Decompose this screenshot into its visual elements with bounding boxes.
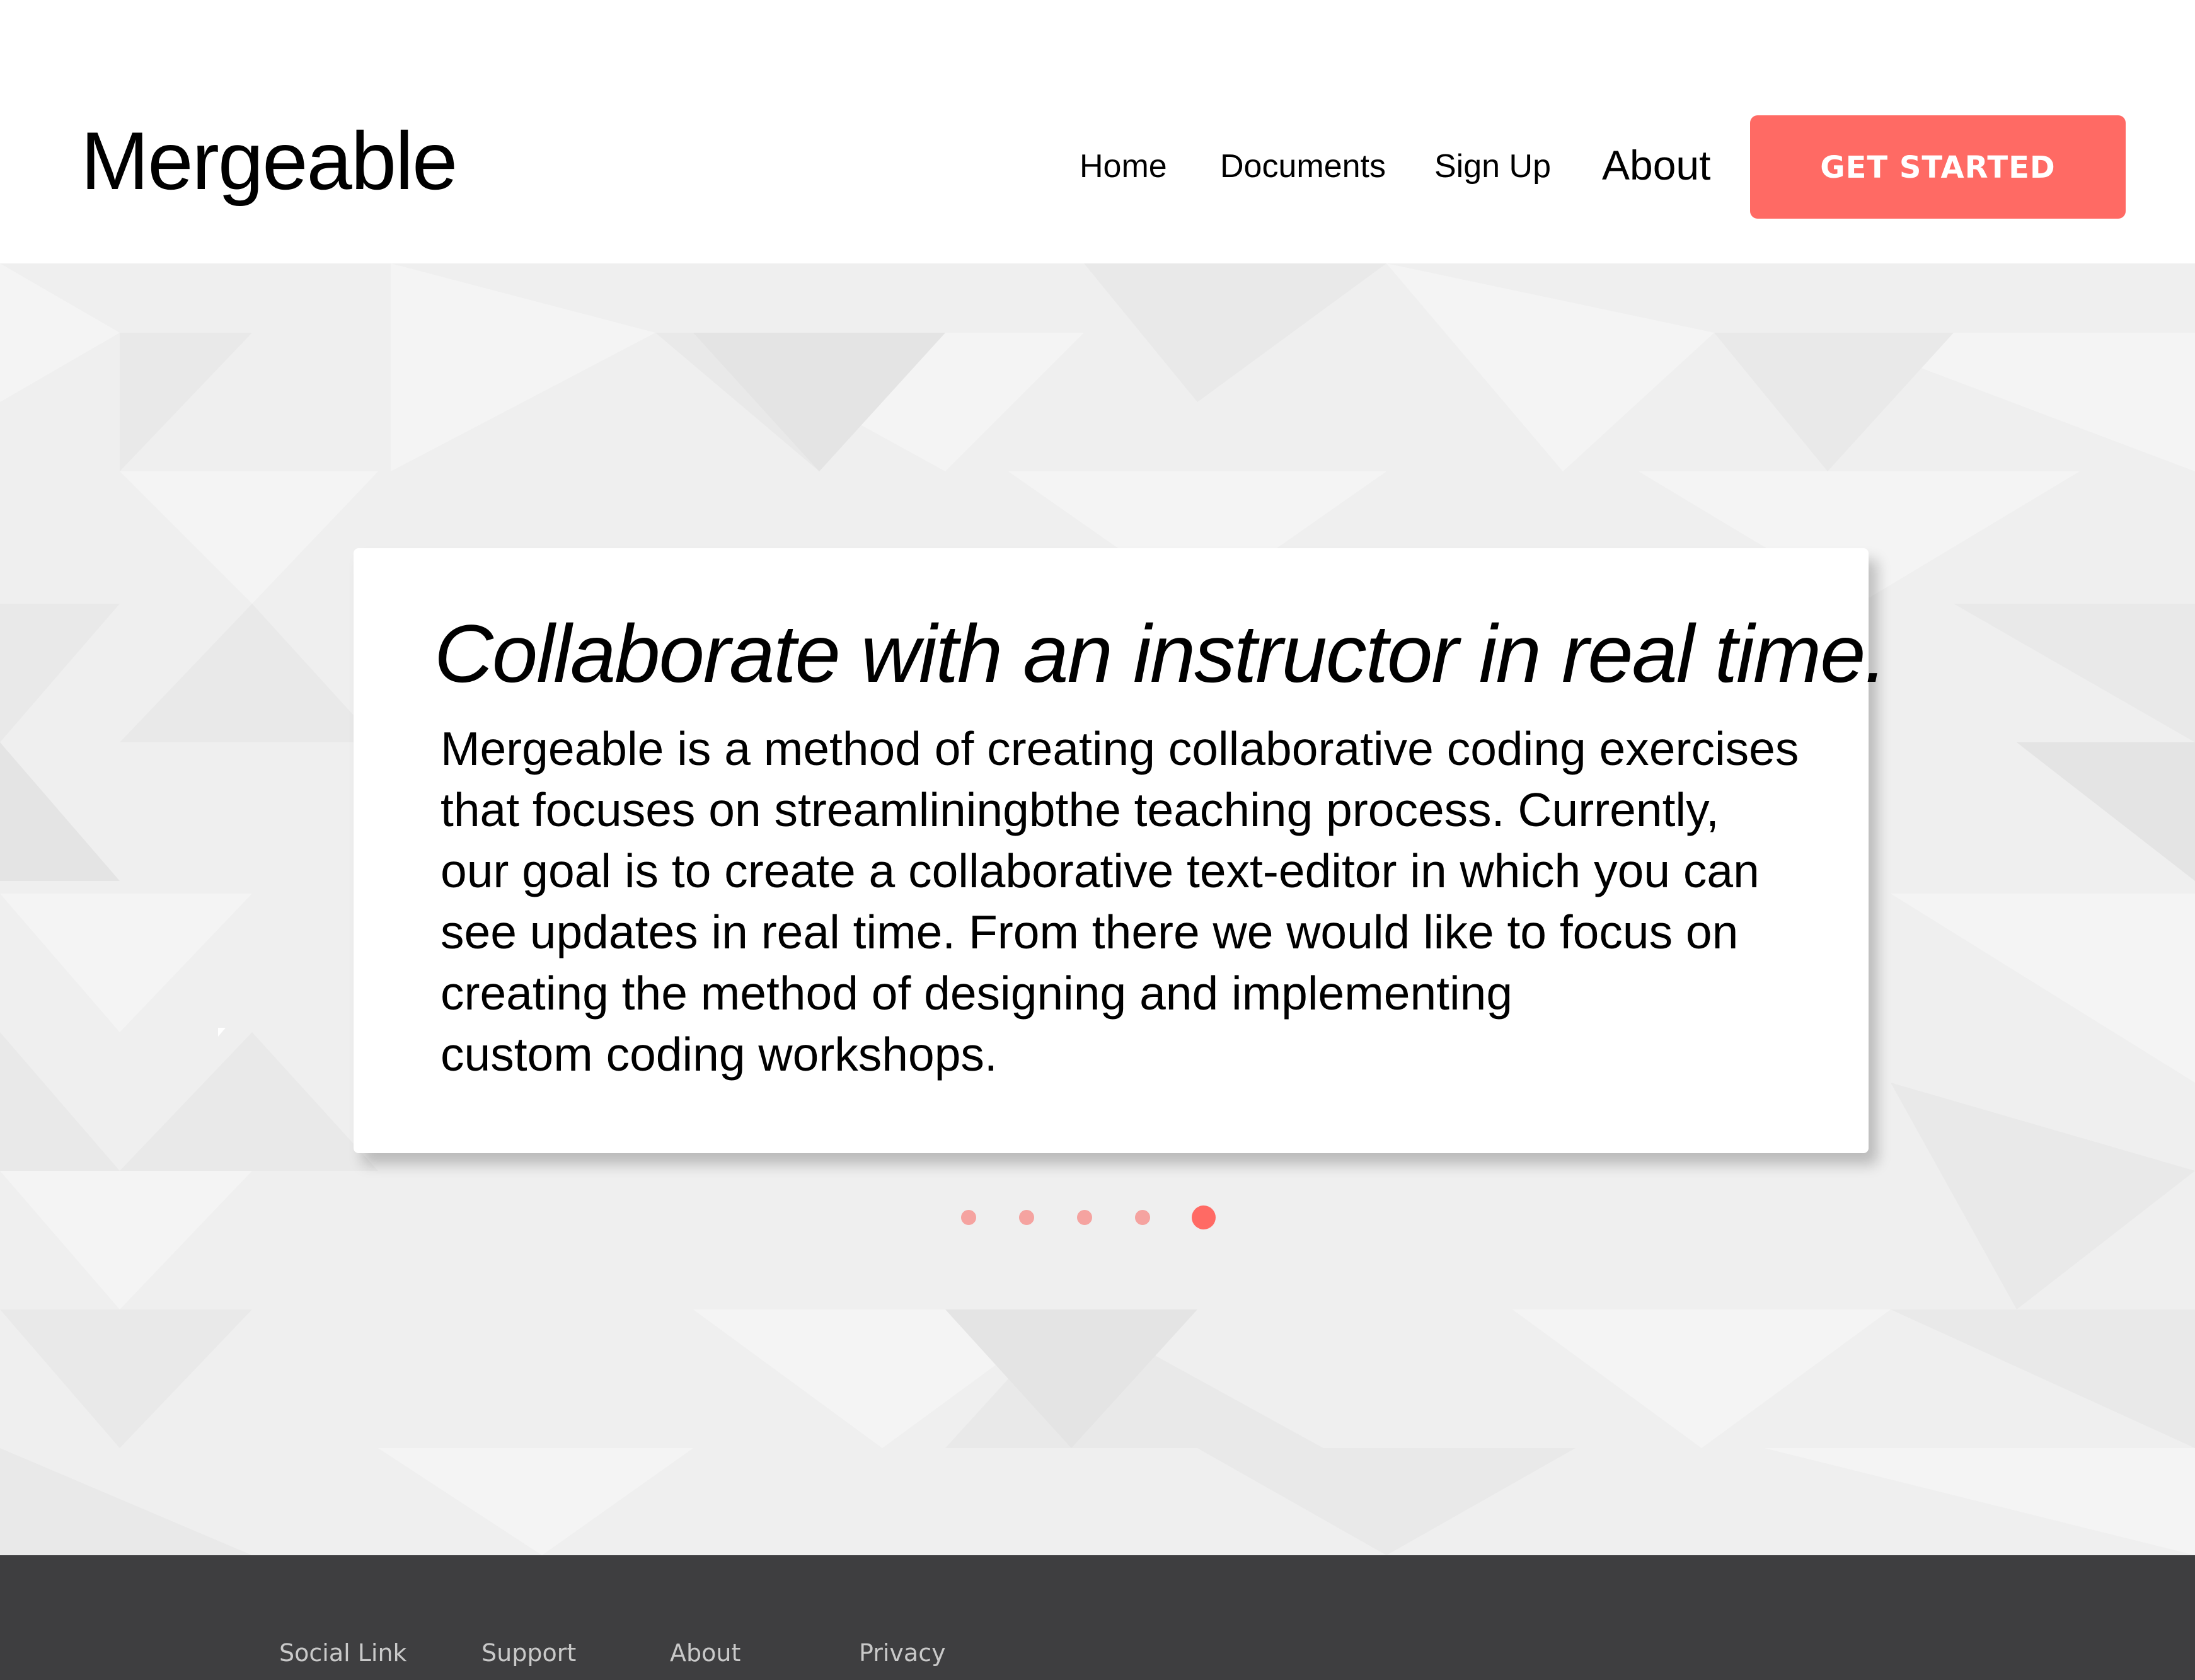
footer-link-privacy[interactable]: Privacy xyxy=(859,1638,946,1668)
card-description-line: creating the method of designing and imp… xyxy=(441,967,1513,1020)
carousel-dot-5[interactable] xyxy=(1192,1205,1216,1229)
card-title: Collaborate with an instructor in real t… xyxy=(434,607,1887,699)
get-started-button[interactable]: GET STARTED xyxy=(1750,115,2126,219)
carousel-dot-2[interactable] xyxy=(1019,1210,1034,1225)
nav-link-sign-up[interactable]: Sign Up xyxy=(1434,144,1551,189)
nav-link-home[interactable]: Home xyxy=(1080,144,1167,189)
carousel-dot-3[interactable] xyxy=(1077,1210,1092,1225)
carousel-dot-4[interactable] xyxy=(1135,1210,1150,1225)
site-footer: Social Link Support About Privacy xyxy=(0,1555,2195,1680)
site-header: Mergeable Home Documents Sign Up About G… xyxy=(0,0,2195,263)
footer-link-about[interactable]: About xyxy=(670,1638,740,1668)
footer-link-social[interactable]: Social Link xyxy=(279,1638,407,1668)
hero-section: Collaborate with an instructor in real t… xyxy=(0,263,2195,1555)
brand-logo[interactable]: Mergeable xyxy=(81,110,458,211)
card-description-line: custom coding workshops. xyxy=(441,1028,998,1081)
card-description-line: our goal is to create a collaborative te… xyxy=(441,844,1760,897)
footer-link-support[interactable]: Support xyxy=(481,1638,576,1668)
nav-link-documents[interactable]: Documents xyxy=(1220,144,1386,189)
card-description-line: see updates in real time. From there we … xyxy=(441,906,1739,958)
nav-link-about[interactable]: About xyxy=(1602,139,1710,192)
feature-card: Collaborate with an instructor in real t… xyxy=(354,548,1887,1153)
card-description-line: that focuses on streamliningbthe teachin… xyxy=(441,783,1719,836)
carousel-dot-1[interactable] xyxy=(961,1210,976,1225)
cursor-pointer-icon xyxy=(218,1028,226,1037)
card-description-line: Mergeable is a method of creating collab… xyxy=(441,722,1799,775)
card-description: Mergeable is a method of creating collab… xyxy=(441,718,1799,1085)
